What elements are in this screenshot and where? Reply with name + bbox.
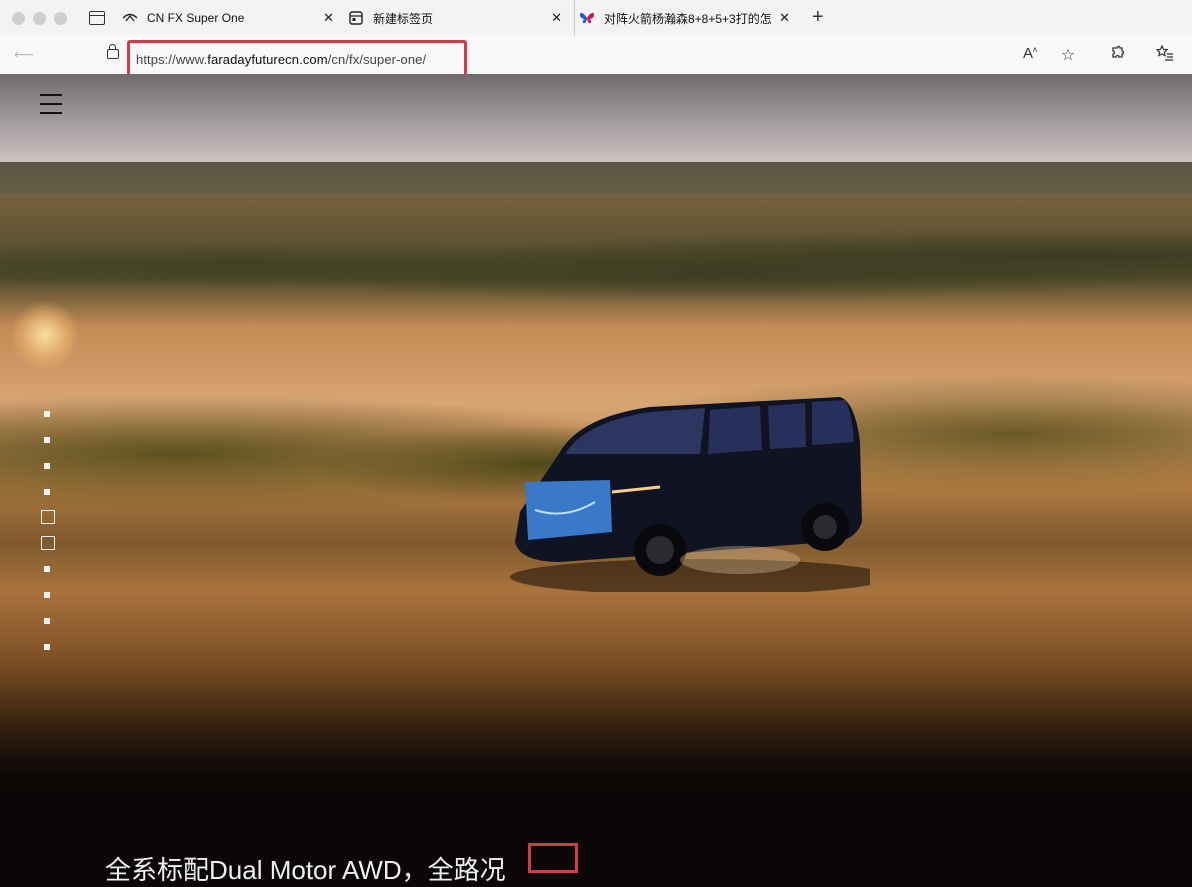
van-image	[510, 397, 870, 592]
browser-tab-bar: CN FX Super One ✕ 新建标签页 ✕ 对阵火箭杨瀚森8+8+5+3…	[0, 0, 1192, 36]
sky	[0, 74, 1192, 174]
bluesky-butterfly-icon	[579, 10, 595, 26]
sun-flare	[10, 300, 80, 370]
bottom-fade	[0, 724, 1192, 864]
faraday-logo-icon	[122, 10, 138, 26]
slide-dot[interactable]	[44, 566, 50, 572]
close-window-button[interactable]	[12, 11, 25, 25]
read-aloud-icon[interactable]: Aʌ	[1020, 45, 1040, 62]
slide-dot[interactable]	[44, 592, 50, 598]
slide-indicator	[41, 411, 55, 670]
tab-new-tab[interactable]: 新建标签页 ✕	[348, 0, 570, 36]
zoom-window-button[interactable]	[54, 11, 67, 25]
slide-dot-active[interactable]	[41, 536, 55, 550]
hero-image	[0, 74, 1192, 864]
background-shrubs	[0, 224, 1192, 304]
back-arrow-icon[interactable]: ⟵	[14, 46, 34, 63]
slide-dot[interactable]	[44, 644, 50, 650]
url-path: /cn/fx/super-one/	[327, 51, 427, 67]
slide-dot[interactable]	[44, 618, 50, 624]
window-controls[interactable]	[12, 11, 67, 25]
minimize-window-button[interactable]	[33, 11, 46, 25]
url-field[interactable]: https://www. faradayfuturecn.com/cn/fx/su…	[127, 40, 467, 78]
site-info-lock-icon[interactable]	[107, 44, 119, 59]
new-tab-page-icon	[348, 10, 364, 26]
tab-title: CN FX Super One	[147, 11, 245, 25]
extensions-icon[interactable]	[1108, 45, 1128, 66]
slide-dot[interactable]	[44, 411, 50, 417]
tab-title: 新建标签页	[373, 11, 434, 26]
slide-dot[interactable]	[44, 463, 50, 469]
hero-caption: 全系标配Dual Motor AWD，全路况	[105, 855, 506, 885]
tab-sidebar-icon[interactable]	[89, 11, 105, 25]
close-tab-icon[interactable]: ✕	[779, 10, 790, 26]
url-host: faradayfuturecn.com	[207, 51, 328, 67]
highlight-box	[528, 843, 578, 873]
tab-fx-super-one[interactable]: CN FX Super One ✕	[122, 0, 342, 36]
tab-title: 对阵火箭杨瀚森8+8+5+3打的怎	[604, 11, 772, 26]
new-tab-plus-icon[interactable]: +	[812, 7, 824, 27]
tab-bluesky[interactable]: 对阵火箭杨瀚森8+8+5+3打的怎 ✕	[574, 0, 798, 36]
url-prefix: https://www.	[136, 51, 208, 67]
slide-dot[interactable]	[44, 489, 50, 495]
favorites-list-icon[interactable]	[1155, 44, 1175, 66]
hamburger-menu-icon[interactable]	[40, 94, 62, 114]
address-bar: ⟵ https://www. faradayfuturecn.com/cn/fx/…	[0, 36, 1192, 78]
close-tab-icon[interactable]: ✕	[551, 10, 562, 26]
favorite-star-icon[interactable]: ☆	[1058, 45, 1078, 65]
slide-dot-active[interactable]	[41, 510, 55, 524]
close-tab-icon[interactable]: ✕	[323, 10, 334, 26]
slide-dot[interactable]	[44, 437, 50, 443]
